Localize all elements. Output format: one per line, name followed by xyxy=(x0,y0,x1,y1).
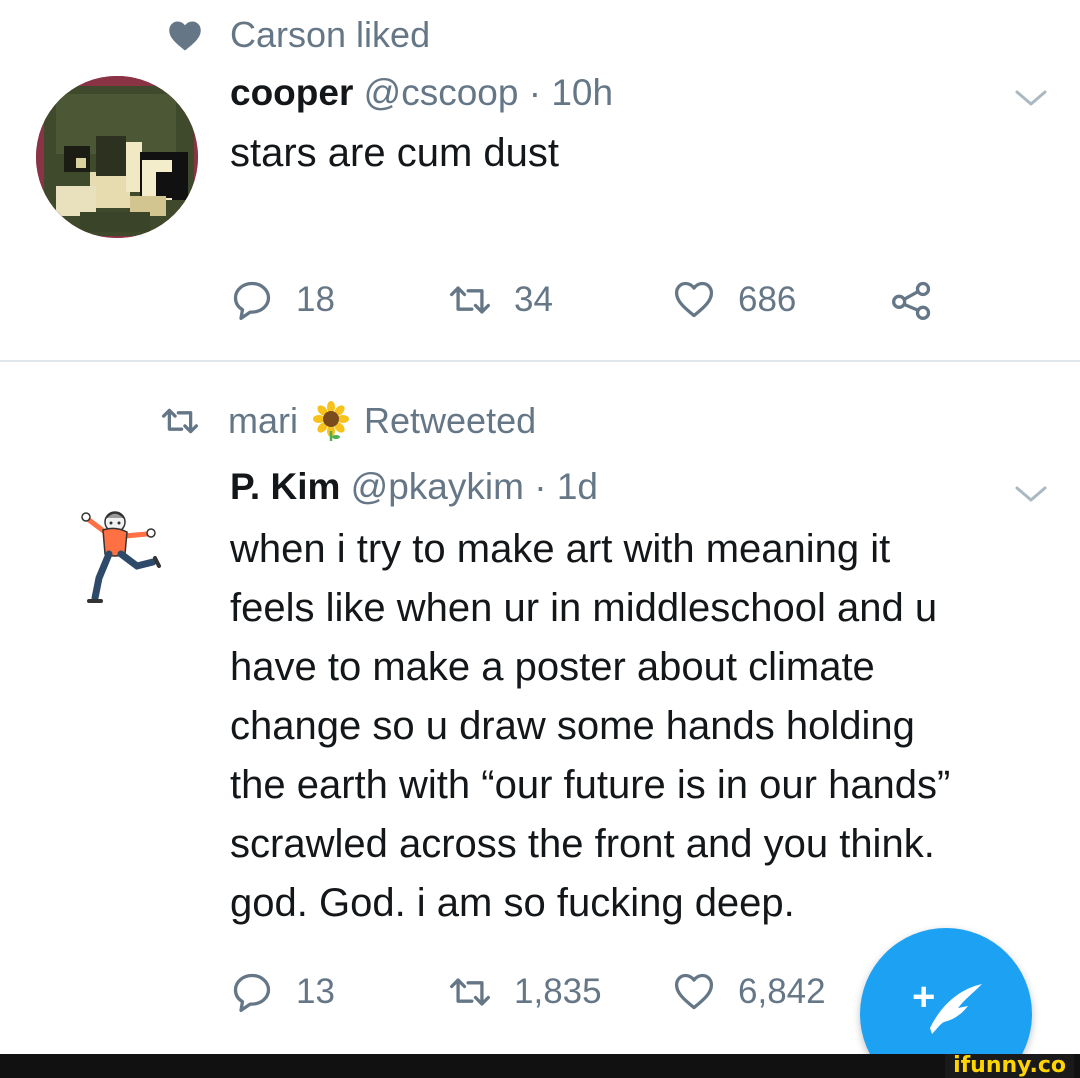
like-button[interactable]: 6,842 xyxy=(672,962,826,1022)
heart-filled-icon xyxy=(165,15,205,55)
tweet-text-line: scrawled across the front and you think. xyxy=(230,822,935,866)
retweet-count: 1,835 xyxy=(514,972,602,1011)
reply-icon xyxy=(230,970,274,1014)
tweet-text-line: feels like when ur in middleschool and u xyxy=(230,586,938,630)
like-count: 6,842 xyxy=(738,972,826,1011)
tweet-header: cooper @cscoop · 10h xyxy=(230,72,613,114)
tweet-header: P. Kim @pkaykim · 1d xyxy=(230,466,598,508)
retweeted-label: Retweeted xyxy=(364,400,537,441)
retweet-button[interactable]: 1,835 xyxy=(448,962,602,1022)
retweet-icon xyxy=(448,278,492,322)
reply-icon xyxy=(230,278,274,322)
like-button[interactable]: 686 xyxy=(672,270,796,330)
reply-button[interactable]: 18 xyxy=(230,270,335,330)
tweet-text: stars are cum dust xyxy=(230,131,560,175)
retweet-count: 34 xyxy=(514,280,553,319)
tweet-divider xyxy=(0,360,1080,362)
retweet-icon xyxy=(160,401,200,441)
sunflower-emoji xyxy=(312,401,350,441)
user-handle[interactable]: @pkaykim xyxy=(351,466,524,507)
liked-context-text: Carson liked xyxy=(230,14,431,55)
display-name[interactable]: cooper xyxy=(230,72,353,113)
heart-icon xyxy=(672,970,716,1014)
tweet-text-line: god. God. i am so fucking deep. xyxy=(230,881,795,925)
tweet-text: when i try to make art with meaning it f… xyxy=(230,520,1060,933)
compose-plus: + xyxy=(912,975,935,1019)
tweet-text-line: have to make a poster about climate xyxy=(230,645,875,689)
heart-icon xyxy=(672,278,716,322)
separator-dot: · xyxy=(534,466,547,507)
share-icon xyxy=(890,278,934,322)
bottom-bar xyxy=(0,1054,1080,1078)
retweeted-context-row: mari Retweeted xyxy=(160,396,536,446)
retweet-button[interactable]: 34 xyxy=(448,270,553,330)
timestamp[interactable]: 1d xyxy=(557,466,598,507)
chevron-down-icon[interactable] xyxy=(1014,484,1048,504)
tweet-text-line: when i try to make art with meaning it xyxy=(230,527,891,571)
reply-count: 18 xyxy=(296,280,335,319)
ifunny-watermark: ifunny.co xyxy=(945,1054,1074,1078)
avatar[interactable] xyxy=(36,76,198,238)
timestamp[interactable]: 10h xyxy=(551,72,613,113)
display-name[interactable]: P. Kim xyxy=(230,466,340,507)
tweet-text-line: the earth with “our future is in our han… xyxy=(230,763,951,807)
avatar[interactable] xyxy=(75,508,165,608)
like-count: 686 xyxy=(738,280,797,319)
tweet-text-line: change so u draw some hands holding xyxy=(230,704,915,748)
tweet-actions: 13 1,835 6,842 xyxy=(230,962,870,1022)
tweet-actions: 18 34 686 xyxy=(230,270,950,330)
share-button[interactable] xyxy=(890,270,956,330)
liked-context-row: Carson liked xyxy=(165,10,430,60)
reply-count: 13 xyxy=(296,972,335,1011)
reply-button[interactable]: 13 xyxy=(230,962,335,1022)
retweet-icon xyxy=(448,970,492,1014)
user-handle[interactable]: @cscoop xyxy=(364,72,519,113)
separator-dot: · xyxy=(528,72,542,113)
chevron-down-icon[interactable] xyxy=(1014,88,1048,108)
retweeter-name[interactable]: mari xyxy=(228,400,298,442)
